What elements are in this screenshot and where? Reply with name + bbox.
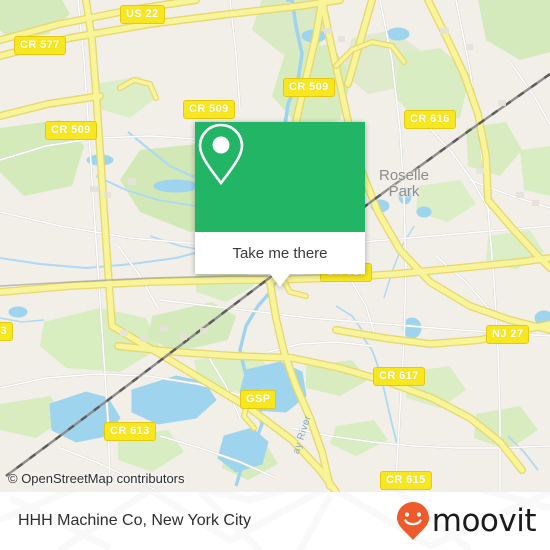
route-shield-cr-509-left[interactable]: CR 509 bbox=[45, 121, 97, 140]
moovit-smiley-pin-icon bbox=[396, 502, 429, 540]
route-shield-cr-509-upper-right[interactable]: CR 509 bbox=[283, 78, 335, 97]
card-header bbox=[195, 122, 365, 232]
card-footer[interactable]: Take me there bbox=[195, 232, 365, 274]
route-shield-cr-613-edge[interactable]: 13 bbox=[0, 322, 14, 341]
moovit-map-screenshot: Roselle Park ay River US 22 CR 577 CR 50… bbox=[0, 0, 550, 550]
take-me-there-card[interactable]: Take me there bbox=[195, 122, 365, 287]
bottom-bar: HHH Machine Co, New York City moovit bbox=[0, 492, 550, 550]
route-shield-cr-613[interactable]: CR 613 bbox=[104, 422, 156, 441]
take-me-there-label: Take me there bbox=[232, 244, 328, 262]
route-shield-cr-616[interactable]: CR 616 bbox=[404, 110, 456, 129]
location-title: HHH Machine Co, New York City bbox=[18, 512, 251, 529]
route-shield-cr-617-lower[interactable]: CR 617 bbox=[373, 367, 425, 386]
route-shield-cr-577[interactable]: CR 577 bbox=[14, 36, 66, 55]
route-shield-cr-615[interactable]: CR 615 bbox=[380, 471, 432, 490]
moovit-logo[interactable]: moovit bbox=[396, 501, 537, 541]
route-shield-us-22[interactable]: US 22 bbox=[120, 5, 165, 24]
moovit-wordmark: moovit bbox=[431, 502, 537, 539]
osm-attribution[interactable]: © OpenStreetMap contributors bbox=[8, 471, 185, 486]
map-pin-icon bbox=[198, 123, 244, 186]
route-shield-cr-509-upper-mid[interactable]: CR 509 bbox=[183, 100, 235, 119]
card-pointer-tail bbox=[270, 274, 290, 287]
route-shield-nj-27[interactable]: NJ 27 bbox=[486, 325, 530, 344]
map-canvas[interactable]: Roselle Park ay River US 22 CR 577 CR 50… bbox=[0, 0, 550, 492]
place-label-roselle-park: Roselle Park bbox=[378, 167, 430, 200]
route-shield-gsp[interactable]: GSP bbox=[240, 390, 277, 409]
